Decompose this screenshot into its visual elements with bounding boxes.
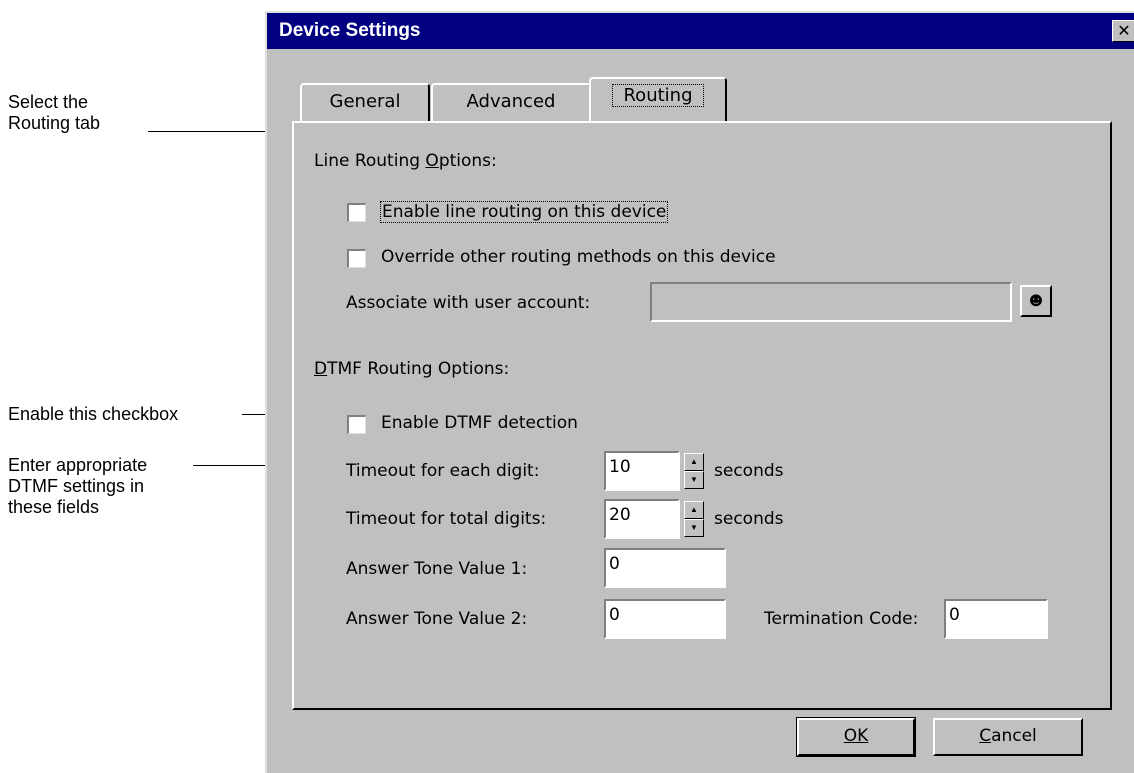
- user-icon: ☻: [1025, 289, 1047, 311]
- seconds-label-1: seconds: [714, 461, 784, 481]
- ok-button-label: OK: [843, 726, 869, 746]
- callout-select-tab-line2: Routing tab: [8, 113, 101, 133]
- dtmf-heading: DTMF Routing Options:: [314, 359, 510, 379]
- arrow-up-icon[interactable]: ▲: [684, 501, 704, 519]
- associate-label: Associate with user account:: [346, 293, 591, 313]
- callout-enter-settings: Enter appropriate DTMF settings in these…: [8, 455, 208, 518]
- device-settings-dialog: Device Settings ✕ General Advanced Routi…: [265, 11, 1134, 773]
- close-button[interactable]: ✕: [1112, 20, 1134, 42]
- title-bar: Device Settings ✕: [267, 13, 1134, 49]
- seconds-label-2: seconds: [714, 509, 784, 529]
- timeout-digit-label: Timeout for each digit:: [346, 461, 540, 481]
- timeout-digit-spinner[interactable]: ▲ ▼: [684, 453, 704, 489]
- enable-line-routing-label: Enable line routing on this device: [380, 201, 669, 223]
- tab-routing-label: Routing: [612, 84, 704, 107]
- arrow-up-icon[interactable]: ▲: [684, 453, 704, 471]
- cancel-button[interactable]: Cancel: [933, 718, 1083, 756]
- cancel-button-label: Cancel: [979, 726, 1037, 746]
- user-account-button[interactable]: ☻: [1020, 285, 1052, 317]
- callout-enter-settings-line2: DTMF settings in: [8, 476, 145, 496]
- timeout-total-input[interactable]: 20: [604, 499, 680, 539]
- arrow-down-icon[interactable]: ▼: [684, 471, 704, 489]
- tab-general-label: General: [329, 91, 401, 112]
- callout-select-tab: Select the Routing tab: [8, 92, 138, 134]
- termination-input[interactable]: 0: [944, 599, 1048, 639]
- tone2-input[interactable]: 0: [604, 599, 726, 639]
- tab-advanced[interactable]: Advanced: [431, 83, 591, 121]
- timeout-total-spinner[interactable]: ▲ ▼: [684, 501, 704, 537]
- user-account-field[interactable]: [650, 282, 1012, 322]
- callout-select-tab-line1: Select the: [8, 92, 89, 112]
- tone1-input[interactable]: 0: [604, 548, 726, 588]
- routing-panel: Line Routing Options: Enable line routin…: [292, 121, 1112, 710]
- callout-line-settings: [193, 465, 275, 466]
- dialog-title: Device Settings: [279, 20, 421, 41]
- termination-label: Termination Code:: [764, 609, 919, 629]
- callout-enter-settings-line1: Enter appropriate: [8, 455, 148, 475]
- tab-advanced-label: Advanced: [466, 91, 556, 112]
- timeout-digit-input[interactable]: 10: [604, 451, 680, 491]
- timeout-total-label: Timeout for total digits:: [346, 509, 547, 529]
- enable-dtmf-checkbox[interactable]: [347, 415, 366, 434]
- override-routing-checkbox[interactable]: [347, 249, 366, 268]
- override-routing-label: Override other routing methods on this d…: [381, 247, 776, 267]
- tone2-label: Answer Tone Value 2:: [346, 609, 528, 629]
- arrow-down-icon[interactable]: ▼: [684, 519, 704, 537]
- enable-line-routing-checkbox[interactable]: [347, 203, 366, 222]
- close-icon: ✕: [1117, 21, 1131, 40]
- tone1-label: Answer Tone Value 1:: [346, 559, 528, 579]
- tab-routing[interactable]: Routing: [589, 77, 727, 121]
- enable-dtmf-label: Enable DTMF detection: [381, 413, 578, 433]
- ok-button[interactable]: OK: [796, 717, 916, 757]
- tab-general[interactable]: General: [300, 83, 430, 121]
- callout-enable-checkbox: Enable this checkbox: [8, 404, 179, 424]
- line-routing-heading: Line Routing Options:: [314, 151, 497, 171]
- callout-enter-settings-line3: these fields: [8, 497, 100, 517]
